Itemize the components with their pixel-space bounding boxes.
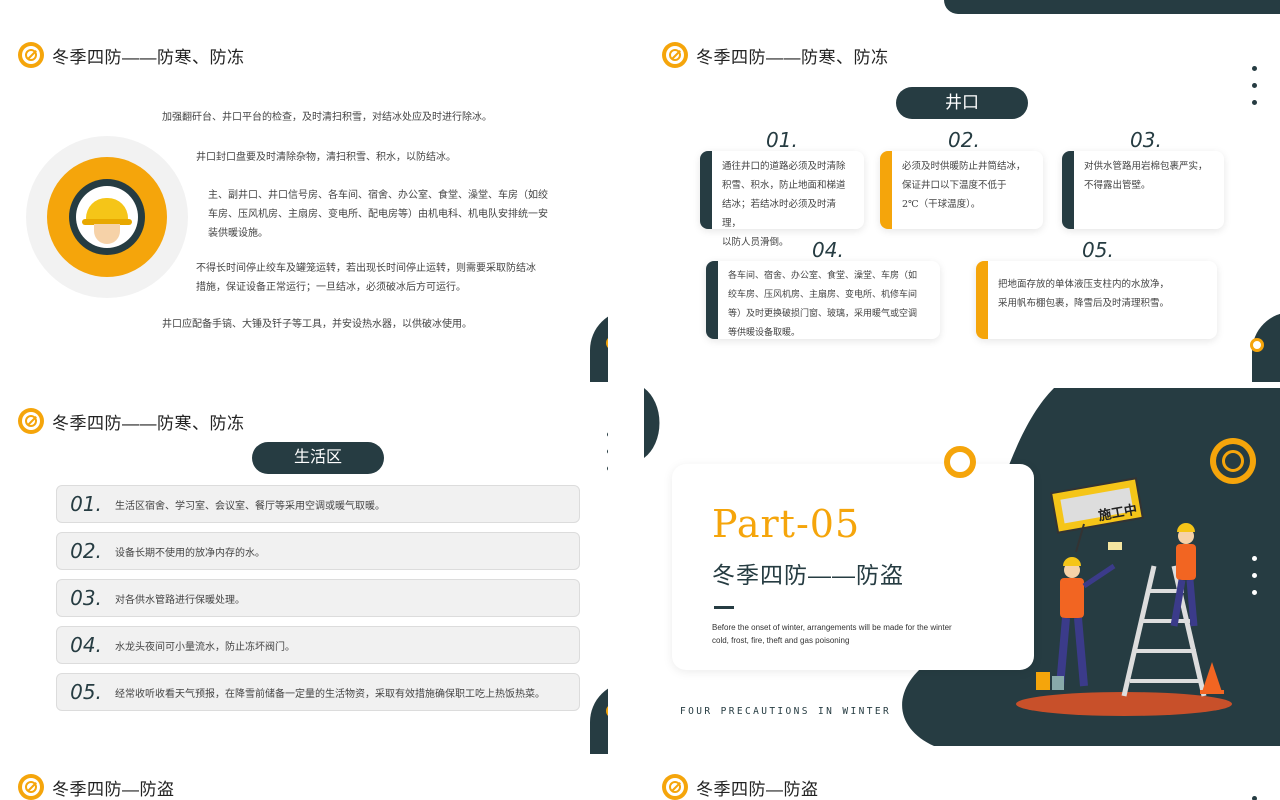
corner-decoration <box>590 310 608 382</box>
dots-decoration <box>1252 66 1257 105</box>
section-pill-living-area: 生活区 <box>252 442 384 474</box>
helmet-target-illustration <box>26 136 188 298</box>
slide-part-05-cover[interactable]: Part-05 冬季四防——防盗 Before the onset of win… <box>644 388 1280 746</box>
slide-title: 冬季四防—防盗 <box>52 779 175 799</box>
part-label: Part-05 <box>712 502 861 546</box>
paragraph: 井口应配备手镐、大锤及钎子等工具，并安设热水器，以供破冰使用。 <box>162 319 472 330</box>
no-fire-icon <box>18 774 44 800</box>
item-number: 03. <box>1130 128 1162 152</box>
no-fire-icon <box>662 42 688 68</box>
item-text: 经常收听收看天气预报，在降雪前储备一定量的生活物资，采取有效措施确保职工吃上热饭… <box>115 688 545 700</box>
info-card: 对供水管路用岩棉包裹严实， 不得露出管壁。 <box>1062 151 1224 229</box>
section-pill-wellhead: 井口 <box>896 87 1028 119</box>
slide-header: 冬季四防—防盗 <box>662 774 819 800</box>
slide-header: 冬季四防—防盗 <box>18 774 175 800</box>
card-line: 保证井口以下温度不低于 <box>902 180 1007 191</box>
dots-decoration <box>1252 796 1257 800</box>
card-line: 等供暖设备取暖。 <box>728 328 801 338</box>
no-fire-icon <box>18 42 44 68</box>
card-line: 必须及时供暖防止井筒结冰， <box>902 161 1026 172</box>
card-line: 各车间、宿舍、办公室、食堂、澡堂、车房（如 <box>728 271 918 281</box>
slide-header: 冬季四防——防寒、防冻 <box>662 42 889 68</box>
slide-anti-theft-2[interactable]: 冬季四防—防盗 <box>636 768 1280 800</box>
list-item: 05. 经常收听收看天气预报，在降雪前储备一定量的生活物资，采取有效措施确保职工… <box>56 673 580 711</box>
paragraph: 井口封口盘要及时清除杂物，清扫积雪、积水，以防结冰。 <box>196 152 456 163</box>
ring-icon <box>1250 338 1264 352</box>
slide-anti-theft-1[interactable]: 冬季四防—防盗 <box>0 768 608 800</box>
info-card: 通往井口的道路必须及时清除 积雪、积水，防止地面和梯道 结冰；若结冰时必须及时清… <box>700 151 864 248</box>
slide-title: 冬季四防—防盗 <box>696 779 819 799</box>
title-panel: Part-05 冬季四防——防盗 Before the onset of win… <box>672 464 1034 670</box>
info-card: 必须及时供暖防止井筒结冰， 保证井口以下温度不低于 2℃（干球温度）。 <box>880 151 1043 229</box>
paragraph: 不得长时间停止绞车及罐笼运转，若出现长时间停止运转，则需要采取防结冰 <box>196 263 536 274</box>
card-line: 通往井口的道路必须及时清除 <box>722 161 846 172</box>
list-item: 01. 生活区宿舍、学习室、会议室、餐厅等采用空调或暖气取暖。 <box>56 485 580 523</box>
paragraph: 装供暖设施。 <box>208 228 268 239</box>
list-item: 04. 水龙头夜间可小量流水，防止冻坏阀门。 <box>56 626 580 664</box>
card-line: 绞车房、压风机房、主扇房、变电所、机修车间 <box>728 290 918 300</box>
corner-decoration <box>590 682 608 754</box>
card-line: 对供水管路用岩棉包裹严实， <box>1084 161 1208 172</box>
top-bar-decoration <box>944 0 1280 14</box>
slide-title: 冬季四防——防寒、防冻 <box>52 47 245 67</box>
card-line: 采用帆布棚包裹，降雪后及时清理积雪。 <box>998 298 1170 309</box>
footer-caption: FOUR PRECAUTIONS IN WINTER <box>680 706 892 717</box>
item-number: 01. <box>766 128 798 152</box>
slide-winter-cold-frost-2[interactable]: 冬季四防——防寒、防冻 井口 01. 02. 03. 通往井口的道路必须及时清除… <box>636 0 1280 382</box>
paragraph: 车房、压风机房、主扇房、变电所、配电房等）由机电科、机电队安排统一安 <box>208 209 548 220</box>
slide-title: 冬季四防——防寒、防冻 <box>52 413 245 433</box>
paragraph: 措施，保证设备正常运行；一旦结冰，必须破冰后方可运行。 <box>196 282 466 293</box>
slide-winter-cold-frost-1[interactable]: 冬季四防——防寒、防冻 加强翻矸台、井口平台的检查，及时清扫积雪，对结冰处应及时… <box>0 0 608 382</box>
slide-header: 冬季四防——防寒、防冻 <box>18 42 245 68</box>
ring-icon <box>944 446 976 478</box>
list-item: 02. 设备长期不使用的放净内存的水。 <box>56 532 580 570</box>
card-line: 积雪、积水，防止地面和梯道 <box>722 180 846 191</box>
info-card: 把地面存放的单体液压支柱内的水放净， 采用帆布棚包裹，降雪后及时清理积雪。 <box>976 261 1217 339</box>
no-fire-icon <box>18 408 44 434</box>
item-number: 04. <box>812 238 844 262</box>
slide-title: 冬季四防——防寒、防冻 <box>696 47 889 67</box>
item-text: 设备长期不使用的放净内存的水。 <box>115 547 265 559</box>
card-line: 不得露出管壁。 <box>1084 180 1151 191</box>
item-number: 03. <box>70 586 102 610</box>
paragraph: 主、副井口、井口信号房、各车间、宿舍、办公室、食堂、澡堂、车房（如绞 <box>208 190 548 201</box>
card-line: 把地面存放的单体液压支柱内的水放净， <box>998 279 1170 290</box>
dots-decoration <box>607 432 608 471</box>
item-text: 水龙头夜间可小量流水，防止冻坏阀门。 <box>115 641 295 653</box>
item-number: 05. <box>70 680 102 704</box>
english-subtitle: Before the onset of winter, arrangements… <box>712 623 952 645</box>
item-number: 05. <box>1082 238 1114 262</box>
paragraph: 加强翻矸台、井口平台的检查，及时清扫积雪，对结冰处应及时进行除冰。 <box>162 112 492 123</box>
item-number: 04. <box>70 633 102 657</box>
item-number: 02. <box>948 128 980 152</box>
card-line: 等）及时更换破损门窗、玻璃，采用暖气或空调 <box>728 309 918 319</box>
section-title: 冬季四防——防盗 <box>712 562 904 588</box>
slide-header: 冬季四防——防寒、防冻 <box>18 408 245 434</box>
info-card: 各车间、宿舍、办公室、食堂、澡堂、车房（如 绞车房、压风机房、主扇房、变电所、机… <box>706 261 940 339</box>
no-fire-icon <box>662 774 688 800</box>
card-line: 2℃（干球温度）。 <box>902 199 981 210</box>
dots-decoration <box>1252 556 1257 595</box>
item-number: 01. <box>70 492 102 516</box>
slide-living-area[interactable]: 冬季四防——防寒、防冻 生活区 01. 生活区宿舍、学习室、会议室、餐厅等采用空… <box>0 392 608 754</box>
card-line: 结冰；若结冰时必须及时清理， <box>722 199 837 229</box>
item-number: 02. <box>70 539 102 563</box>
item-text: 对各供水管路进行保暖处理。 <box>115 594 245 606</box>
item-text: 生活区宿舍、学习室、会议室、餐厅等采用空调或暖气取暖。 <box>115 500 385 512</box>
list-item: 03. 对各供水管路进行保暖处理。 <box>56 579 580 617</box>
divider <box>714 606 734 609</box>
